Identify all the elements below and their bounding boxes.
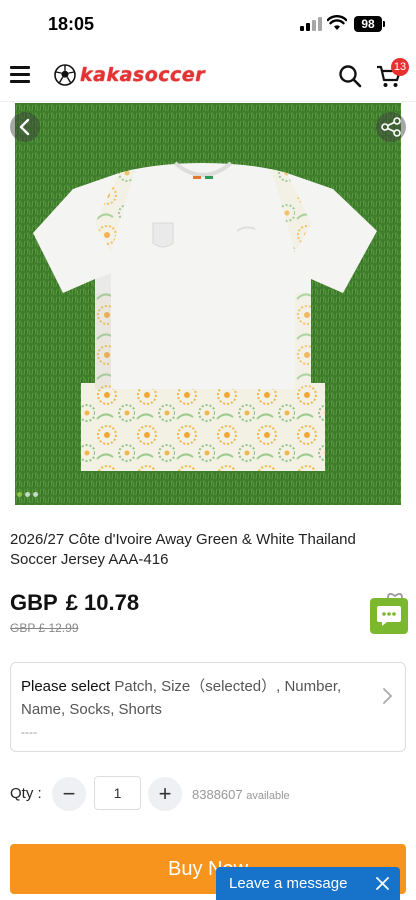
chat-widget-button[interactable] bbox=[370, 598, 408, 634]
available-stock: 8388607 available bbox=[192, 787, 290, 802]
search-icon[interactable] bbox=[338, 64, 362, 88]
gallery-dot[interactable] bbox=[25, 492, 30, 497]
product-image[interactable] bbox=[15, 103, 401, 505]
site-header: kakasoccer 13 bbox=[0, 50, 416, 102]
options-selector[interactable]: Please select Patch, Size（selected）, Num… bbox=[10, 662, 406, 752]
cart-count-badge: 13 bbox=[391, 58, 409, 76]
leave-message-label: Leave a message bbox=[229, 875, 348, 892]
qty-label: Qty : bbox=[10, 785, 42, 802]
close-icon[interactable] bbox=[376, 877, 389, 890]
qty-input[interactable] bbox=[94, 776, 141, 810]
status-time: 18:05 bbox=[48, 14, 95, 34]
price: GBP £ 10.78 bbox=[10, 590, 139, 616]
gallery-pagination[interactable] bbox=[17, 492, 38, 497]
options-subtext: ---- bbox=[21, 725, 37, 739]
back-button[interactable] bbox=[10, 112, 40, 142]
price-value: £ 10.78 bbox=[65, 590, 140, 615]
gallery-dot[interactable] bbox=[33, 492, 38, 497]
share-button[interactable] bbox=[376, 112, 406, 142]
share-icon bbox=[381, 117, 401, 137]
old-price: GBP £ 12.99 bbox=[10, 621, 79, 635]
price-currency: GBP bbox=[10, 590, 58, 615]
available-count: 8388607 bbox=[192, 787, 243, 802]
leave-message-button[interactable]: Leave a message bbox=[216, 867, 400, 900]
available-label: available bbox=[246, 790, 290, 802]
site-logo[interactable]: kakasoccer bbox=[54, 62, 205, 88]
chevron-right-icon bbox=[383, 688, 393, 704]
chat-bubble-icon bbox=[377, 606, 401, 626]
chevron-left-icon bbox=[19, 118, 30, 136]
jersey-photo bbox=[15, 103, 401, 505]
logo-text: kakasoccer bbox=[80, 64, 206, 86]
gallery-dot[interactable] bbox=[17, 492, 22, 497]
qty-decrease-button[interactable]: − bbox=[52, 777, 86, 811]
options-lead: Please select bbox=[21, 678, 111, 695]
cellular-signal-icon bbox=[300, 17, 322, 31]
status-bar: 18:05 98 bbox=[0, 0, 416, 50]
wifi-icon bbox=[327, 15, 347, 30]
options-text: Please select Patch, Size（selected）, Num… bbox=[21, 675, 373, 721]
menu-icon[interactable] bbox=[10, 66, 30, 84]
battery-indicator: 98 bbox=[354, 16, 385, 32]
qty-increase-button[interactable]: + bbox=[148, 777, 182, 811]
soccer-ball-icon bbox=[54, 64, 76, 86]
product-title: 2026/27 Côte d'Ivoire Away Green & White… bbox=[10, 531, 356, 568]
